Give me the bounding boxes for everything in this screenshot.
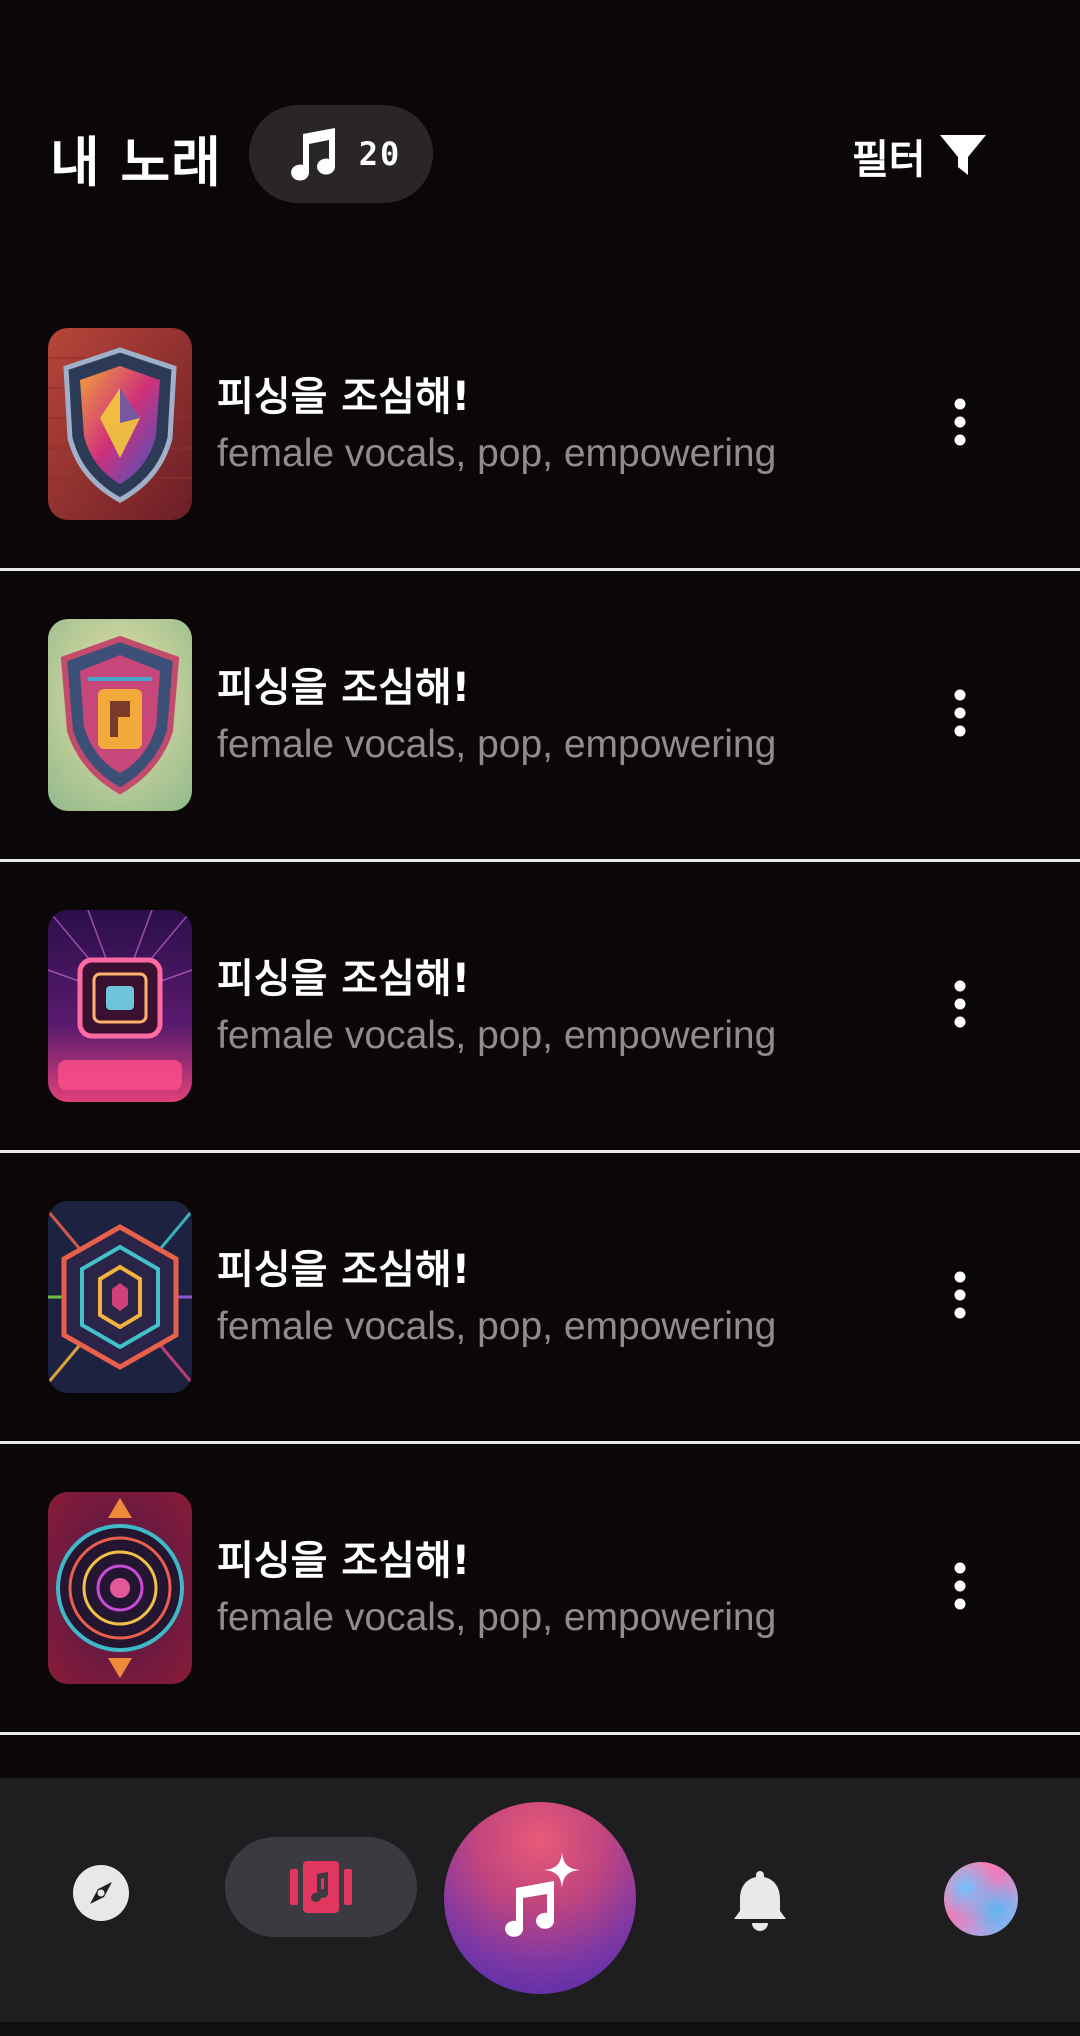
song-tags: female vocals, pop, empowering xyxy=(217,723,777,766)
nav-explore[interactable] xyxy=(66,1858,136,1928)
song-title: 피싱을 조심해! xyxy=(217,1247,470,1293)
neon-frame-cover-art xyxy=(48,910,192,1102)
song-row[interactable]: 피싱을 조심해! female vocals, pop, empowering xyxy=(0,1444,1080,1735)
more-options-button[interactable] xyxy=(940,1554,980,1618)
header: 내 노래 20 필터 xyxy=(0,0,1080,230)
circle-cover-art xyxy=(48,1492,192,1684)
song-tags: female vocals, pop, empowering xyxy=(217,1014,777,1057)
song-row[interactable]: 피싱을 조심해! female vocals, pop, empowering xyxy=(0,862,1080,1153)
home-indicator-area xyxy=(0,2022,1080,2036)
create-music-sparkle-icon xyxy=(505,1852,580,1937)
more-options-button[interactable] xyxy=(940,390,980,454)
more-vertical-icon xyxy=(954,1562,966,1610)
music-note-icon xyxy=(290,128,335,181)
page-title: 내 노래 xyxy=(50,131,222,194)
song-row[interactable]: 피싱을 조심해! female vocals, pop, empowering xyxy=(0,1153,1080,1444)
filter-button[interactable]: 필터 xyxy=(852,126,988,186)
more-vertical-icon xyxy=(954,1271,966,1319)
music-library-icon xyxy=(290,1861,352,1913)
compass-icon xyxy=(73,1865,129,1921)
song-list: 피싱을 조심해! female vocals, pop, empowering xyxy=(0,280,1080,1735)
more-vertical-icon xyxy=(954,689,966,737)
song-title: 피싱을 조심해! xyxy=(217,1538,470,1584)
song-count: 20 xyxy=(358,135,402,173)
filter-funnel-icon xyxy=(939,135,986,175)
create-song-button[interactable] xyxy=(444,1802,636,1994)
song-title: 피싱을 조심해! xyxy=(217,665,470,711)
song-tags: female vocals, pop, empowering xyxy=(217,1596,777,1639)
my-songs-screen: 내 노래 20 필터 피싱을 조심해! female vocals, pop, … xyxy=(0,0,1080,2036)
bell-icon xyxy=(734,1871,786,1931)
shield-cover-art xyxy=(48,328,192,520)
song-tags: female vocals, pop, empowering xyxy=(217,432,777,475)
song-tags: female vocals, pop, empowering xyxy=(217,1305,777,1348)
more-options-button[interactable] xyxy=(940,681,980,745)
more-vertical-icon xyxy=(954,980,966,1028)
nav-my-songs[interactable] xyxy=(225,1837,417,1937)
nav-notifications[interactable] xyxy=(722,1862,798,1938)
more-options-button[interactable] xyxy=(940,972,980,1036)
hexagon-cover-art xyxy=(48,1201,192,1393)
song-row[interactable]: 피싱을 조심해! female vocals, pop, empowering xyxy=(0,571,1080,862)
shield-cover-art xyxy=(48,619,192,811)
song-title: 피싱을 조심해! xyxy=(217,956,470,1002)
song-count-badge: 20 xyxy=(249,105,433,203)
more-options-button[interactable] xyxy=(940,1263,980,1327)
song-title: 피싱을 조심해! xyxy=(217,374,470,420)
filter-label: 필터 xyxy=(852,137,926,183)
more-vertical-icon xyxy=(954,398,966,446)
song-row[interactable]: 피싱을 조심해! female vocals, pop, empowering xyxy=(0,280,1080,571)
profile-avatar[interactable] xyxy=(944,1862,1018,1936)
